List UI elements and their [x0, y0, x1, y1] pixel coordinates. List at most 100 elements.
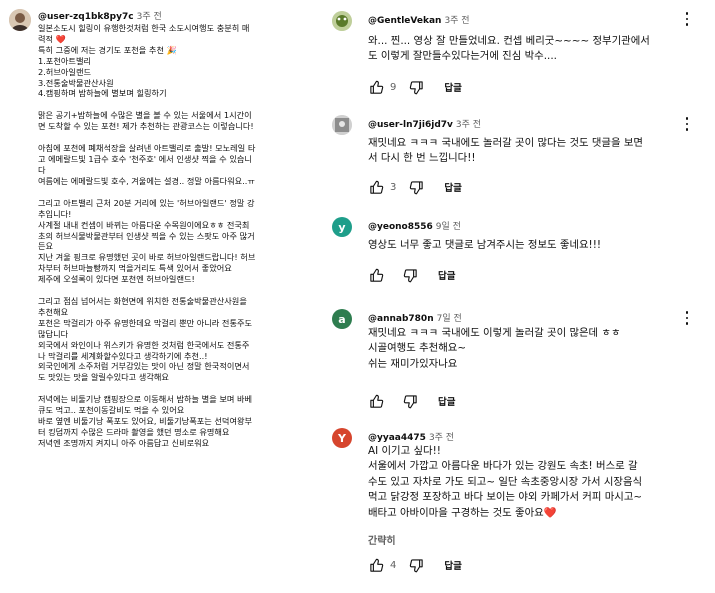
comment-meta: @yyaa4475 3주 전 — [368, 430, 454, 443]
author-handle[interactable]: @user-ln7ji6jd7v — [368, 120, 453, 130]
comment-line: 재밋네요 ㅋㅋㅋ 국내에도 놀러갈 곳이 많다는 것도 댓글을 보면 — [368, 137, 643, 149]
avatar-letter: a — [338, 312, 346, 326]
like-count: 4 — [390, 559, 397, 571]
comment-age[interactable]: 3주 전 — [137, 12, 162, 22]
comment-line: 저녁엔 조명까지 켜지니 아주 아름답고 신비로워요 — [38, 437, 210, 448]
show-less-link[interactable]: 간략히 — [368, 532, 396, 547]
comment-line: AI 이기고 싶다!! — [368, 445, 441, 457]
comment-actions: 9 답글 — [368, 78, 462, 96]
comment-line: 여름에는 에메랄드빛 호수, 겨울에는 설경.. 정말 아름다워요..ㅠ — [38, 175, 255, 186]
like-icon[interactable] — [368, 79, 384, 95]
avatar[interactable]: a — [332, 309, 352, 329]
like-icon[interactable] — [368, 267, 384, 283]
avatar[interactable] — [332, 11, 352, 31]
comment-actions: 3 답글 — [368, 178, 462, 196]
comment-line: 배타고 아바이마을 구경하는 것도 좋아요❤️ — [368, 506, 557, 519]
comment-line: 나 막걸리를 세계화할수있다고 생각하기에 추천..! — [38, 350, 208, 361]
comment-line: 2.허브아일랜드 — [38, 66, 92, 77]
comment-body: AI 이기고 싶다!! 서울에서 가깝고 아름다운 바다가 있는 강원도 속초!… — [368, 444, 708, 521]
avatar[interactable] — [9, 9, 31, 31]
comment-line: 큐도 먹고.. 포천이동갈비도 먹을 수 있어요 — [38, 405, 185, 416]
comment-line: 재밋네요 ㅋㅋㅋ 국내에도 이렇게 놀러갈 곳이 많은데 ㅎㅎ — [368, 327, 621, 339]
comment-line: 포천은 막걸리가 아주 유명한데요 막걸리 뿐만 아니라 전통주도 — [38, 317, 253, 328]
comment-paragraph: 아침에 포천에 폐채석장을 살려낸 아트밸리로 출발! 모노레일 타 고 에메랄… — [38, 143, 328, 187]
comment-paragraph: 맑은 공기+밤하늘에 수많은 별을 볼 수 있는 서울에서 1시간이 면 도착할… — [38, 110, 328, 132]
user-photo-icon — [9, 9, 31, 31]
comment-line: 3.전통술박물관산사원 — [38, 77, 114, 88]
avatar-letter: Y — [338, 431, 346, 445]
comment-paragraph: 일본소도시 힐링이 유행한것처럼 한국 소도시여행도 충분히 매 력적 ❤️ 특… — [38, 23, 328, 99]
author-handle[interactable]: @user-zq1bk8py7c — [38, 12, 134, 22]
author-handle[interactable]: @yeono8556 — [368, 222, 433, 232]
right-comments: @GentleVekan 3주 전 와... 찐... 영상 잘 만들었네요. 컨… — [328, 0, 715, 593]
comment-line: 와... 찐... 영상 잘 만들었네요. 컨셉 베리굿~~~~ 정부기관에서 — [368, 35, 650, 47]
more-options-icon[interactable] — [682, 12, 692, 26]
author-handle[interactable]: @yyaa4475 — [368, 433, 426, 443]
comment-age[interactable]: 7일 전 — [437, 314, 462, 324]
more-options-icon[interactable] — [682, 311, 692, 325]
comment-line: 일본소도시 힐링이 유행한것처럼 한국 소도시여행도 충분히 매 — [38, 23, 250, 33]
comment-paragraph: 저녁에는 비둘기낭 캠핑장으로 이동해서 밤하늘 별을 보며 바베 큐도 먹고.… — [38, 394, 328, 449]
reply-button[interactable]: 답글 — [444, 80, 461, 94]
comment-line: 저녁에는 비둘기낭 캠핑장으로 이동해서 밤하늘 별을 보며 바베 — [38, 394, 253, 405]
comment-line: 4.캠핑하며 밤하늘에 별보며 힐링하기 — [38, 88, 167, 99]
comment-body: 재밋네요 ㅋㅋㅋ 국내에도 놀러갈 곳이 많다는 것도 댓글을 보면 서 다시 … — [368, 136, 708, 167]
comment-line: 초의 허브식물박물관부터 인생샷 찍을 수 있는 스팟도 아주 많거 — [38, 230, 255, 241]
comment-meta: @user-zq1bk8py7c 3주 전 — [38, 9, 162, 22]
reply-button[interactable]: 답글 — [444, 558, 461, 572]
comment-line: 많답니다 — [38, 328, 69, 339]
comment-line: 서울에서 가깝고 아름다운 바다가 있는 강원도 속초! 버스로 갈 — [368, 460, 638, 473]
author-handle[interactable]: @annab780n — [368, 314, 434, 324]
comment-age[interactable]: 3주 전 — [429, 433, 454, 443]
avatar-letter: y — [338, 220, 346, 234]
comment-line: 지난 겨울 핑크로 유명했던 곳이 바로 허브아일랜드랍니다! 허브 — [38, 252, 256, 263]
avatar[interactable]: Y — [332, 428, 352, 448]
comment-age[interactable]: 3주 전 — [444, 16, 469, 26]
comment-line: 도 이렇게 잘만들수있다는거에 진심 박수.... — [368, 50, 557, 63]
comment-line: 력적 ❤️ — [38, 33, 66, 44]
dislike-icon[interactable] — [408, 557, 424, 573]
comment-body: 영상도 너무 좋고 댓글로 남겨주시는 정보도 좋네요!!! — [368, 238, 708, 253]
like-count: 3 — [390, 181, 397, 193]
comment-line: 먹고 닭강정 포장하고 바다 보이는 야외 카페가서 커피 마시고~ — [368, 491, 643, 504]
comment-meta: @GentleVekan 3주 전 — [368, 13, 470, 26]
comment-line: 서 다시 한 번 느낍니다!! — [368, 152, 476, 165]
more-options-icon[interactable] — [682, 117, 692, 131]
avatar[interactable]: y — [332, 217, 352, 237]
dislike-icon[interactable] — [402, 267, 418, 283]
comment-actions: 4 답글 — [368, 556, 462, 574]
reply-button[interactable]: 답글 — [444, 180, 461, 194]
like-icon[interactable] — [368, 557, 384, 573]
reply-button[interactable]: 답글 — [438, 268, 455, 282]
comment-line: 그리고 점심 넘어서는 화현면에 위치한 전통술박물관산사원을 — [38, 296, 247, 307]
comment-line: 다 — [38, 164, 46, 175]
comment-line: 맑은 공기+밤하늘에 수많은 별을 볼 수 있는 서울에서 1시간이 — [38, 110, 252, 121]
like-icon[interactable] — [368, 393, 384, 409]
comment-paragraph: 그리고 점심 넘어서는 화현면에 위치한 전통술박물관산사원을 추천해요 포천은… — [38, 296, 328, 383]
comment-line: 외국에서 와인이나 위스키가 유명한 것처럼 한국에서도 전통주 — [38, 339, 250, 350]
dislike-icon[interactable] — [402, 393, 418, 409]
comment-age[interactable]: 3주 전 — [456, 120, 481, 130]
comment-line: 면 도착할 수 있는 포천! 제가 추천하는 관광코스는 이렇습니다! — [38, 121, 254, 132]
comment-line: 든요 — [38, 241, 54, 252]
comment-line: 고 에메랄드빛 1급수 호수 '천주호' 에서 인생샷 찍을 수 있습니 — [38, 154, 252, 165]
reply-button[interactable]: 답글 — [438, 394, 455, 408]
author-handle[interactable]: @GentleVekan — [368, 16, 441, 26]
comment-line: 추천해요 — [38, 306, 69, 317]
like-count: 9 — [390, 81, 397, 93]
comment-paragraph: 그리고 아트밸리 근처 20분 거리에 있는 '허브아일랜드' 정말 강 추입니… — [38, 198, 328, 285]
comment-line: 사계절 내내 컨셉이 바뀌는 아름다운 수목원이에요ㅎㅎ 전국최 — [38, 219, 250, 230]
comment-body: 재밋네요 ㅋㅋㅋ 국내에도 이렇게 놀러갈 곳이 많은데 ㅎㅎ 시골여행도 추천… — [368, 326, 708, 372]
dislike-icon[interactable] — [408, 79, 424, 95]
comment-line: 외국인에게 소주처럼 거부감있는 맛이 아닌 정말 한국적이면서 — [38, 361, 250, 372]
comment-line: 시골여행도 추천해요~ — [368, 342, 467, 355]
comment-meta: @annab780n 7일 전 — [368, 311, 462, 324]
comment-line: 영상도 너무 좋고 댓글로 남겨주시는 정보도 좋네요!!! — [368, 239, 602, 251]
comment-line: 수도 있고 자차로 가도 되고~ 일단 속초중앙시장 가서 시장음식 — [368, 475, 643, 488]
comment-age[interactable]: 9일 전 — [436, 222, 461, 232]
like-icon[interactable] — [368, 179, 384, 195]
dislike-icon[interactable] — [408, 179, 424, 195]
comment-body: 와... 찐... 영상 잘 만들었네요. 컨셉 베리굿~~~~ 정부기관에서 … — [368, 34, 708, 65]
avatar[interactable] — [332, 115, 352, 135]
comment-line: 그리고 아트밸리 근처 20분 거리에 있는 '허브아일랜드' 정말 강 — [38, 197, 255, 208]
